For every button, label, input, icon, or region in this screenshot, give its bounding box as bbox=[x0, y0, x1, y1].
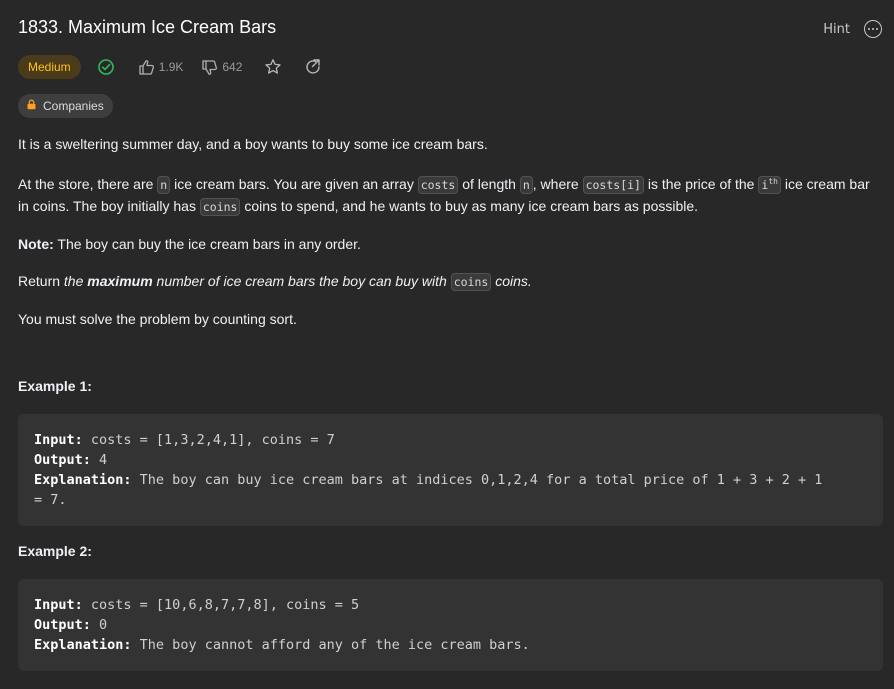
more-icon[interactable] bbox=[864, 20, 882, 38]
like-button[interactable]: 1.9K bbox=[138, 59, 184, 76]
hint-button[interactable]: Hint bbox=[823, 22, 850, 37]
dislike-count: 642 bbox=[222, 60, 243, 74]
dislike-button[interactable]: 642 bbox=[201, 59, 242, 76]
example-code-block: Input: costs = [10,6,8,7,7,8], coins = 5… bbox=[18, 579, 883, 671]
inline-code: n bbox=[157, 175, 171, 194]
example-input: Input: costs = [10,6,8,7,7,8], coins = 5 bbox=[34, 597, 360, 613]
thumbs-up-icon bbox=[138, 59, 155, 76]
example-input: Input: costs = [1,3,2,4,1], coins = 7 bbox=[34, 432, 335, 448]
like-count: 1.9K bbox=[158, 60, 184, 74]
companies-label: Companies bbox=[43, 99, 104, 113]
example-output: Output: 0 bbox=[34, 617, 108, 633]
companies-tag[interactable]: Companies bbox=[18, 94, 113, 118]
problem-title: 1833. Maximum Ice Cream Bars bbox=[18, 17, 277, 37]
example-output: Output: 4 bbox=[34, 452, 108, 468]
problem-description: It is a sweltering summer day, and a boy… bbox=[18, 134, 882, 330]
share-icon[interactable] bbox=[304, 58, 322, 76]
inline-code: costs bbox=[417, 175, 459, 194]
example-code-block: Input: costs = [1,3,2,4,1], coins = 7 Ou… bbox=[18, 414, 883, 526]
description-paragraph: At the store, there are n ice cream bars… bbox=[18, 175, 870, 216]
example-title: Example 1: bbox=[18, 378, 92, 394]
note-paragraph: Note: The boy can buy the ice cream bars… bbox=[18, 235, 361, 252]
description-paragraph: It is a sweltering summer day, and a boy… bbox=[18, 136, 488, 152]
problem-meta-row: Medium 1.9K 642 bbox=[18, 55, 322, 79]
description-paragraph: You must solve the problem by counting s… bbox=[18, 310, 297, 327]
lock-icon bbox=[26, 99, 37, 113]
star-icon[interactable] bbox=[264, 58, 282, 76]
return-paragraph: Return the maximum number of ice cream b… bbox=[18, 272, 532, 291]
thumbs-down-icon bbox=[201, 59, 218, 76]
top-right-actions: Hint bbox=[823, 20, 882, 38]
inline-code: ith bbox=[758, 175, 781, 194]
inline-code: costs[i] bbox=[582, 175, 644, 194]
example-explanation: Explanation: The boy can buy ice cream b… bbox=[34, 472, 823, 488]
solved-check-icon bbox=[97, 58, 115, 76]
inline-code: coins bbox=[199, 197, 241, 216]
example-explanation: Explanation: The boy cannot afford any o… bbox=[34, 637, 530, 653]
example-explanation-cont: = 7. bbox=[34, 492, 67, 508]
difficulty-badge: Medium bbox=[18, 55, 81, 79]
example-title: Example 2: bbox=[18, 543, 92, 559]
note-label: Note: bbox=[18, 235, 54, 252]
inline-code: coins bbox=[450, 272, 492, 291]
inline-code: n bbox=[519, 175, 533, 194]
